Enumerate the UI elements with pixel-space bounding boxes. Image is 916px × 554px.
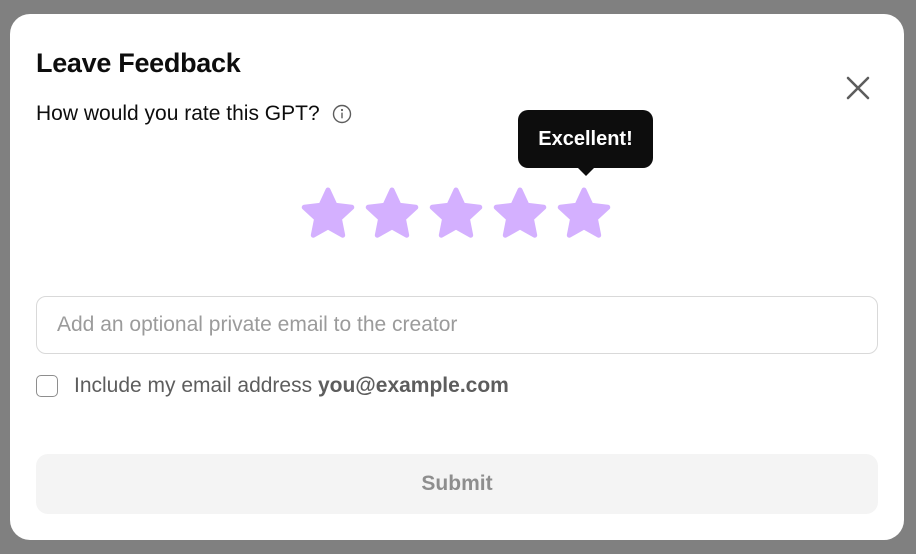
include-email-row: Include my email address you@example.com (36, 374, 509, 398)
email-input[interactable] (36, 296, 878, 354)
rating-question-row: How would you rate this GPT? (36, 102, 352, 126)
include-email-checkbox[interactable] (36, 375, 58, 397)
star-icon[interactable] (492, 186, 548, 242)
include-email-label: Include my email address you@example.com (74, 374, 509, 398)
user-email-address: you@example.com (317, 374, 509, 397)
rating-tooltip: Excellent! (518, 110, 653, 176)
star-icon[interactable] (428, 186, 484, 242)
star-icon[interactable] (300, 186, 356, 242)
star-icon[interactable] (364, 186, 420, 242)
feedback-dialog: Leave Feedback How would you rate this G… (10, 14, 904, 540)
close-icon[interactable] (842, 72, 874, 104)
dialog-title: Leave Feedback (36, 48, 241, 78)
info-circle-icon[interactable] (332, 104, 352, 124)
rating-question: How would you rate this GPT? (36, 102, 320, 125)
star-rating (300, 186, 620, 242)
submit-button[interactable]: Submit (36, 454, 878, 514)
star-icon[interactable] (556, 186, 612, 242)
include-email-text: Include my email address (74, 374, 313, 397)
